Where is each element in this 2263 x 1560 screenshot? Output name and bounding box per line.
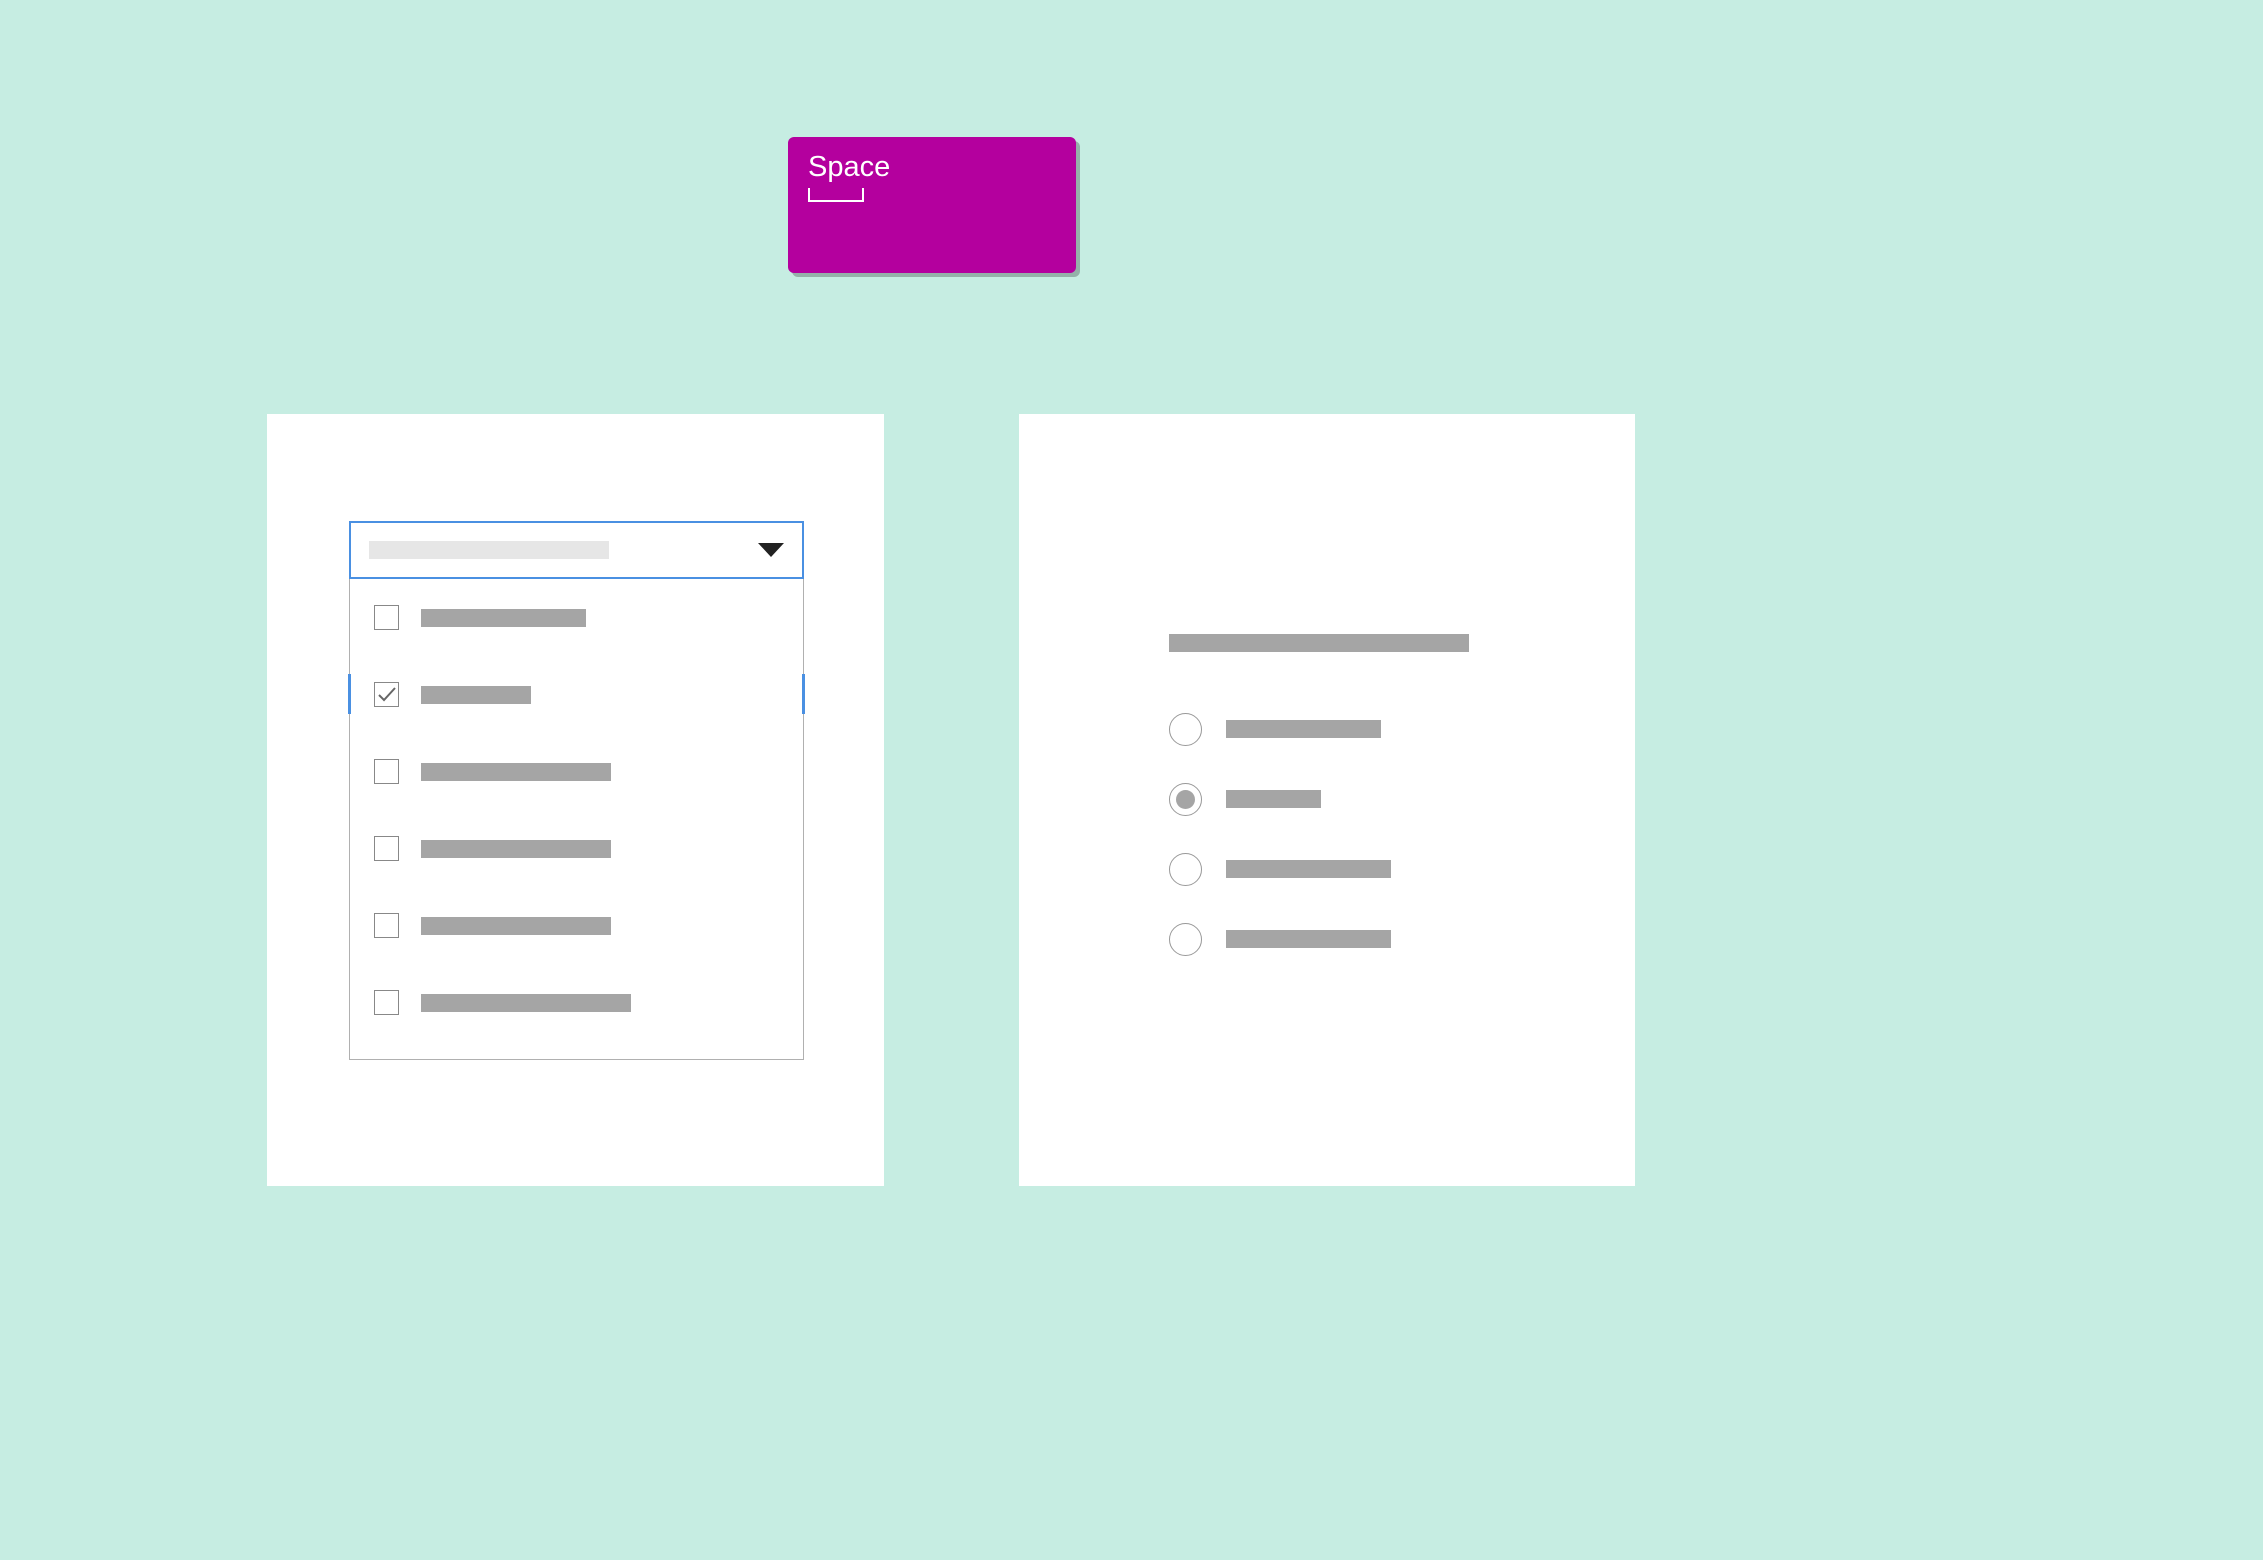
radio-label — [1226, 930, 1391, 948]
space-key-badge: Space — [788, 137, 1076, 273]
checkbox-icon[interactable] — [374, 605, 399, 630]
radio-label — [1226, 860, 1391, 878]
dropdown-list — [349, 579, 804, 1060]
option-label — [421, 686, 531, 704]
option-label — [421, 840, 611, 858]
checkbox-icon[interactable] — [374, 759, 399, 784]
radio-label — [1226, 720, 1381, 738]
dropdown-panel — [267, 414, 884, 1186]
radio-icon[interactable] — [1169, 853, 1202, 886]
radio-group-label — [1169, 634, 1469, 652]
radio-option[interactable] — [1169, 904, 1509, 974]
dropdown-option[interactable] — [350, 810, 803, 887]
dropdown-option[interactable] — [350, 964, 803, 1041]
dropdown-option[interactable] — [350, 733, 803, 810]
spacebar-bracket-icon — [808, 188, 864, 202]
dropdown-placeholder — [369, 541, 609, 559]
dropdown-header[interactable] — [349, 521, 804, 579]
checkbox-checked-icon[interactable] — [374, 682, 399, 707]
option-label — [421, 917, 611, 935]
checkbox-icon[interactable] — [374, 990, 399, 1015]
option-label — [421, 609, 586, 627]
radio-label — [1226, 790, 1321, 808]
radio-icon[interactable] — [1169, 713, 1202, 746]
radio-selected-icon[interactable] — [1169, 783, 1202, 816]
dropdown-option[interactable] — [350, 887, 803, 964]
dropdown-option[interactable] — [350, 579, 803, 656]
checkbox-icon[interactable] — [374, 913, 399, 938]
dropdown-option[interactable] — [350, 656, 803, 733]
space-key-label: Space — [808, 151, 1056, 184]
radio-option[interactable] — [1169, 764, 1509, 834]
radio-panel — [1019, 414, 1635, 1186]
radio-option[interactable] — [1169, 834, 1509, 904]
option-label — [421, 763, 611, 781]
chevron-down-icon — [758, 543, 784, 557]
radio-icon[interactable] — [1169, 923, 1202, 956]
checkbox-icon[interactable] — [374, 836, 399, 861]
multiselect-dropdown — [349, 521, 804, 1060]
radio-option[interactable] — [1169, 694, 1509, 764]
radio-group — [1169, 634, 1509, 974]
option-label — [421, 994, 631, 1012]
